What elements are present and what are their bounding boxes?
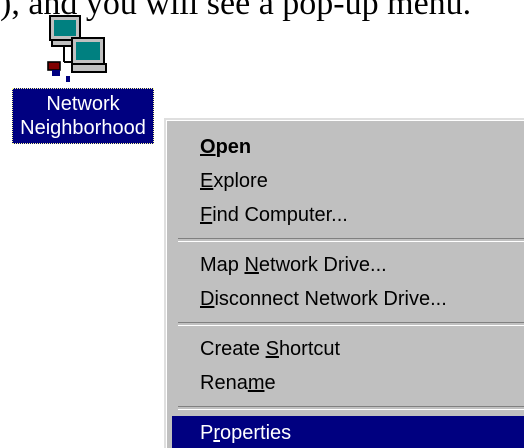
menu-separator bbox=[178, 238, 524, 242]
context-menu: Open Explore Find Computer... Map Networ… bbox=[164, 118, 524, 448]
menu-item-open[interactable]: Open bbox=[172, 130, 524, 164]
menu-separator bbox=[178, 406, 524, 410]
menu-item-find-computer[interactable]: Find Computer... bbox=[172, 198, 524, 232]
icon-label[interactable]: Network Neighborhood bbox=[12, 88, 154, 144]
icon-label-line1: Network bbox=[46, 93, 120, 115]
network-neighborhood-icon bbox=[47, 15, 107, 82]
menu-separator bbox=[178, 322, 524, 326]
menu-item-create-shortcut[interactable]: Create Shortcut bbox=[172, 332, 524, 366]
menu-item-rename[interactable]: Rename bbox=[172, 366, 524, 400]
menu-item-explore[interactable]: Explore bbox=[172, 164, 524, 198]
menu-item-disconnect-network-drive[interactable]: Disconnect Network Drive... bbox=[172, 282, 524, 316]
screen: ), and you will see a pop-up menu. Netwo… bbox=[0, 0, 524, 448]
icon-label-line2: Neighborhood bbox=[20, 117, 146, 139]
menu-item-map-network-drive[interactable]: Map Network Drive... bbox=[172, 248, 524, 282]
network-neighborhood-desktop-icon[interactable]: Network Neighborhood bbox=[0, 14, 156, 144]
menu-item-properties[interactable]: Properties bbox=[172, 416, 524, 448]
